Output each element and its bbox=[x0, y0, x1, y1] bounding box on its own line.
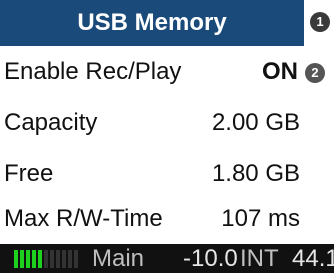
max-rw-time-value: 107 ms bbox=[221, 205, 300, 232]
knob-2-icon: 2 bbox=[305, 63, 325, 83]
meter-segment bbox=[20, 250, 24, 268]
free-row: Free 1.80 GB bbox=[0, 152, 334, 196]
page-title: USB Memory bbox=[0, 0, 304, 46]
meter-segment bbox=[44, 250, 48, 268]
status-bar: Main -10.0 INT 44.1 bbox=[0, 244, 334, 273]
free-value: 1.80 GB bbox=[211, 160, 300, 187]
capacity-value: 2.00 GB bbox=[211, 109, 300, 136]
capacity-row: Capacity 2.00 GB bbox=[0, 101, 334, 145]
status-main-label: Main bbox=[92, 245, 145, 272]
capacity-label: Capacity bbox=[4, 109, 98, 136]
status-clock-source: INT bbox=[240, 245, 279, 272]
status-level-value: -10.0 bbox=[183, 245, 238, 272]
enable-rec-play-value[interactable]: ON bbox=[262, 50, 298, 94]
meter-segment bbox=[62, 250, 66, 268]
meter-segment bbox=[32, 250, 36, 268]
max-rw-time-row: Max R/W-Time 107 ms bbox=[0, 197, 334, 241]
usb-memory-screen: USB Memory 1 Enable Rec/Play ON 2 Capaci… bbox=[0, 0, 334, 273]
meter-segment bbox=[14, 250, 18, 268]
meter-segment bbox=[38, 250, 42, 268]
meter-segment bbox=[74, 250, 78, 268]
meter-segment bbox=[56, 250, 60, 268]
knob-1-icon: 1 bbox=[310, 12, 330, 32]
meter-segment bbox=[50, 250, 54, 268]
free-label: Free bbox=[4, 160, 54, 187]
meter-segment bbox=[68, 250, 72, 268]
enable-rec-play-row[interactable]: Enable Rec/Play ON bbox=[0, 50, 334, 94]
level-meter bbox=[14, 250, 80, 268]
enable-rec-play-label: Enable Rec/Play bbox=[4, 58, 182, 85]
meter-segment bbox=[26, 250, 30, 268]
status-sample-rate: 44.1 bbox=[292, 245, 334, 272]
max-rw-time-label: Max R/W-Time bbox=[4, 205, 163, 232]
